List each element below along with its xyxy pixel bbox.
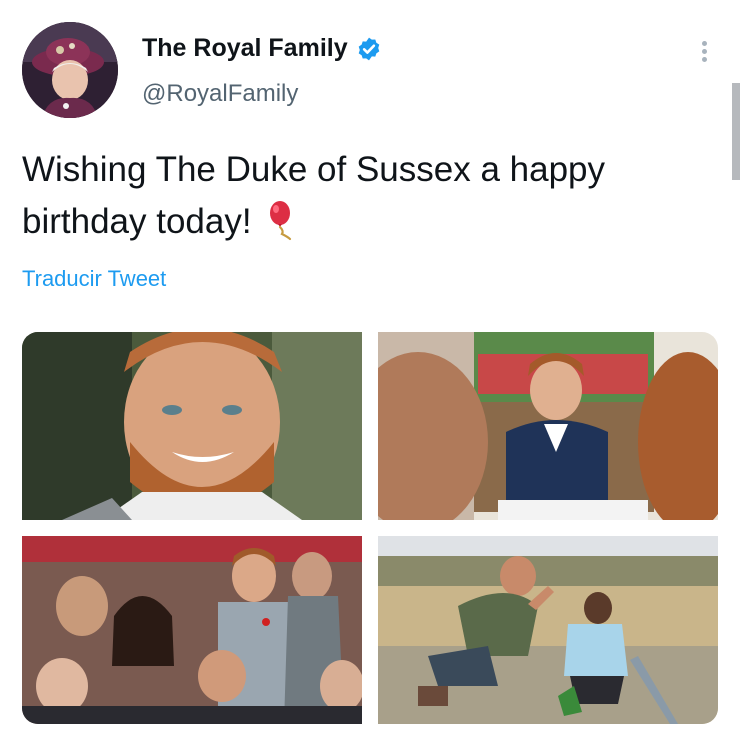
photo-harry-classroom-icon: [378, 332, 718, 520]
photo-harry-meghan-crowd-icon: [22, 536, 362, 724]
photo-1[interactable]: [22, 332, 362, 520]
author-name-text: The Royal Family: [142, 34, 348, 62]
photo-2[interactable]: [378, 332, 718, 520]
verified-badge-icon: [358, 37, 379, 60]
avatar[interactable]: [22, 22, 118, 118]
translate-tweet-link[interactable]: Traducir Tweet: [22, 266, 166, 292]
photo-4[interactable]: [378, 536, 718, 724]
tweet-text-content: Wishing The Duke of Sussex a happy birth…: [22, 150, 606, 241]
more-options-icon[interactable]: [694, 38, 714, 66]
author-handle[interactable]: @RoyalFamily: [142, 80, 298, 108]
photo-3[interactable]: [22, 536, 362, 724]
photo-harry-high-five-icon: [378, 536, 718, 724]
photo-harry-closeup-icon: [22, 332, 362, 520]
author-name[interactable]: The Royal Family: [142, 34, 382, 63]
media-grid: [22, 332, 718, 724]
avatar-portrait-icon: [22, 22, 118, 118]
balloon-icon: [269, 201, 291, 241]
tweet-text: Wishing The Duke of Sussex a happy birth…: [22, 144, 712, 248]
scrollbar[interactable]: [732, 83, 740, 180]
